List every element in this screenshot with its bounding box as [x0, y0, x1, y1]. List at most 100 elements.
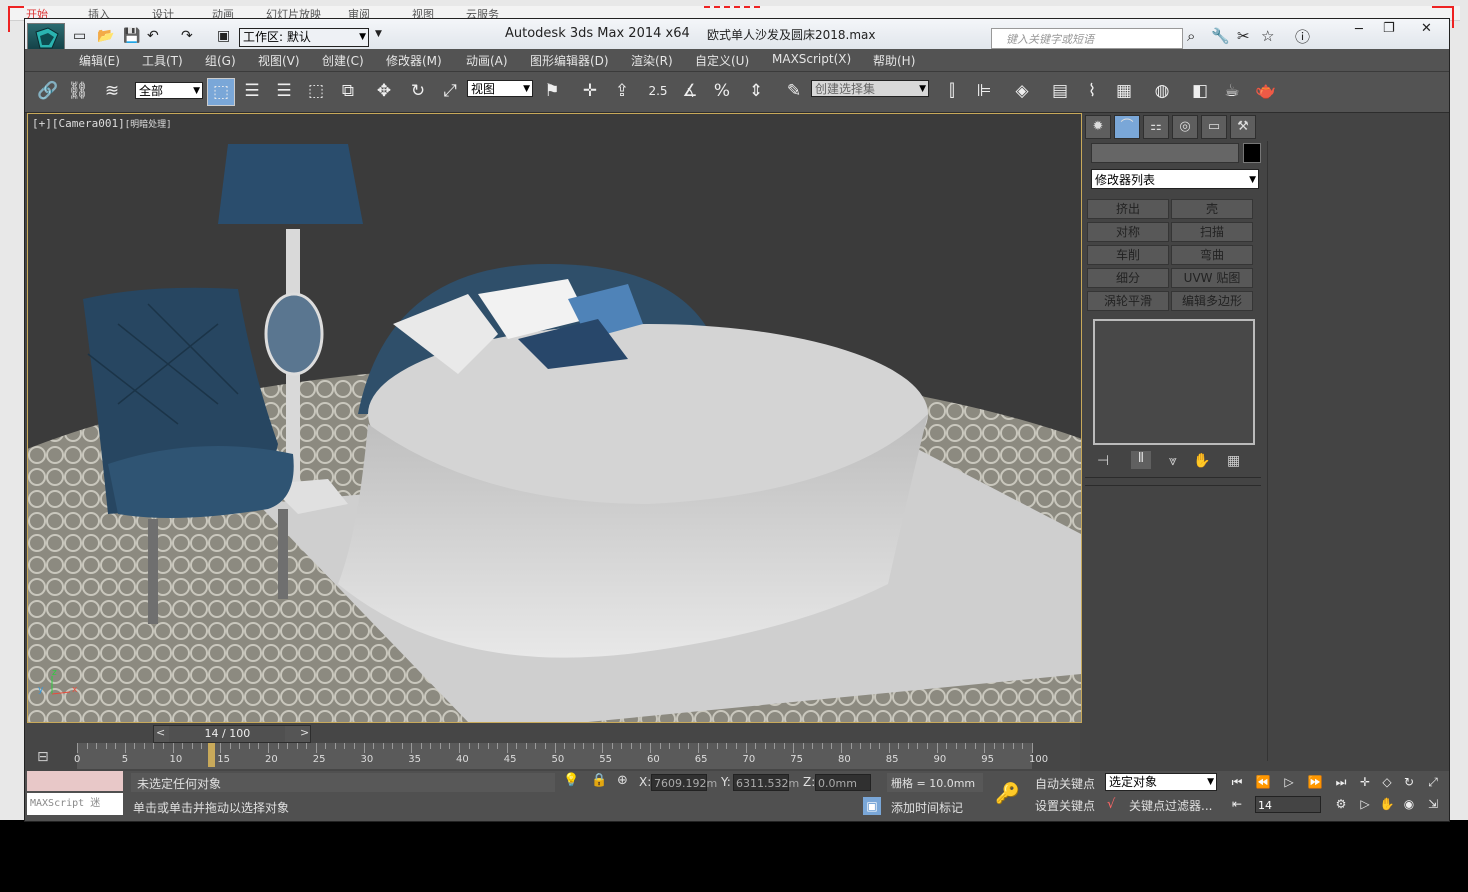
graphite-modeling-icon[interactable]: ▤	[1047, 78, 1073, 104]
set-key-button[interactable]: 设置关键点	[1035, 797, 1095, 814]
close-window-icon[interactable]: ✕	[1421, 21, 1432, 36]
menu-graph-editors[interactable]: 图形编辑器(D)	[530, 52, 609, 69]
quick-access-dropdown-icon[interactable]: ▼	[375, 29, 382, 39]
object-name-field[interactable]	[1091, 143, 1239, 163]
zoom-all-icon[interactable]: ◇	[1377, 773, 1397, 791]
modifier-sweep-button[interactable]: 扫描	[1171, 222, 1253, 242]
bind-to-space-warp-icon[interactable]: ≋	[99, 78, 125, 104]
menu-create[interactable]: 创建(C)	[322, 52, 364, 69]
schematic-view-icon[interactable]: ▦	[1111, 78, 1137, 104]
viewport-camera-label[interactable]: [Camera001]	[52, 117, 125, 130]
current-frame-field[interactable]: 14	[1255, 796, 1321, 813]
rendered-frame-window-icon[interactable]: ☕	[1219, 78, 1245, 104]
window-crossing-icon[interactable]: ⧉	[335, 78, 361, 104]
maximize-viewport-icon[interactable]: ⤢	[1423, 773, 1443, 791]
select-and-scale-icon[interactable]: ⤢	[437, 78, 463, 104]
save-file-icon[interactable]: 💾	[123, 28, 140, 44]
select-and-rotate-icon[interactable]: ↻	[405, 78, 431, 104]
object-color-swatch[interactable]	[1243, 143, 1261, 163]
current-frame-marker[interactable]	[207, 743, 215, 767]
curve-editor-icon[interactable]: ⌇	[1079, 78, 1105, 104]
layer-manager-icon[interactable]: ◈	[1009, 78, 1035, 104]
snaps-toggle-icon[interactable]: 2.5	[645, 78, 671, 104]
zoom-icon[interactable]: ✛	[1355, 773, 1375, 791]
menu-animation[interactable]: 动画(A)	[466, 52, 508, 69]
select-by-name-icon[interactable]: ☰	[239, 78, 265, 104]
spinner-snap-icon[interactable]: ⇕	[743, 78, 769, 104]
help-icon[interactable]: ⓘ	[1295, 26, 1310, 47]
angle-snap-icon[interactable]: ∡	[677, 78, 703, 104]
menu-rendering[interactable]: 渲染(R)	[631, 52, 673, 69]
reference-coordinate-dropdown[interactable]: 视图 ▼	[467, 80, 533, 97]
modify-tab-icon[interactable]: ⌒	[1114, 115, 1140, 139]
configure-modifier-sets-icon[interactable]: ▦	[1227, 453, 1240, 469]
align-icon[interactable]: ⊫	[971, 78, 997, 104]
create-tab-icon[interactable]: ✹	[1085, 115, 1111, 139]
utilities-tab-icon[interactable]: ⚒	[1230, 115, 1256, 139]
menu-help[interactable]: 帮助(H)	[873, 52, 915, 69]
modifier-symmetry-button[interactable]: 对称	[1087, 222, 1169, 242]
select-and-move-icon[interactable]: ✥	[371, 78, 397, 104]
new-file-icon[interactable]: ▭	[73, 28, 86, 44]
communication-center-icon[interactable]: ✂	[1237, 27, 1250, 45]
subscription-icon[interactable]: 🔧	[1211, 27, 1230, 45]
percent-snap-icon[interactable]: %	[709, 78, 735, 104]
set-key-icon[interactable]: 🔑	[995, 781, 1020, 805]
camera-viewport[interactable]: z x y [+][Camera001][明暗处理]	[27, 113, 1082, 723]
time-slider[interactable]: < 14 / 100 >	[153, 725, 311, 743]
unlink-selection-icon[interactable]: ⛓	[65, 78, 91, 104]
restore-window-icon[interactable]: ❐	[1383, 21, 1395, 36]
modifier-turbosmooth-button[interactable]: 涡轮平滑	[1087, 291, 1169, 311]
goto-start-icon[interactable]: ⏮	[1227, 773, 1247, 791]
pivot-center-icon[interactable]: ⚑	[539, 78, 565, 104]
menu-views[interactable]: 视图(V)	[258, 52, 300, 69]
time-configuration-icon[interactable]: ⚙	[1331, 795, 1351, 813]
show-end-result-icon[interactable]: Ⅱ	[1131, 451, 1151, 469]
menu-group[interactable]: 组(G)	[205, 52, 236, 69]
modifier-bend-button[interactable]: 弯曲	[1171, 245, 1253, 265]
mini-curve-editor-icon[interactable]: ⊟	[37, 749, 49, 765]
named-selection-dropdown[interactable]: 创建选择集 ▼	[811, 80, 929, 97]
y-coord-field[interactable]: 6311.532m	[733, 774, 799, 791]
remove-modifier-icon[interactable]: ✋	[1193, 453, 1210, 469]
next-frame-icon[interactable]: ⏩	[1305, 773, 1325, 791]
key-mode-icon[interactable]: ⇤	[1227, 795, 1247, 813]
search-input[interactable]: 键入关键字或短语	[991, 28, 1183, 49]
select-and-link-icon[interactable]: 🔗	[35, 78, 61, 104]
field-of-view-icon[interactable]: ▷	[1355, 795, 1375, 813]
orbit-camera-icon[interactable]: ◉	[1399, 795, 1419, 813]
render-production-icon[interactable]: 🫖	[1253, 78, 1279, 104]
modifier-stack-list[interactable]	[1093, 319, 1255, 445]
z-coord-field[interactable]: 0.0mm	[815, 774, 871, 791]
auto-key-button[interactable]: 自动关键点	[1035, 775, 1095, 792]
pin-stack-icon[interactable]: ⊣	[1097, 453, 1109, 469]
viewport-menu-plus[interactable]: [+]	[32, 117, 52, 130]
material-editor-icon[interactable]: ◍	[1149, 78, 1175, 104]
display-tab-icon[interactable]: ▭	[1201, 115, 1227, 139]
select-region-icon[interactable]: ☰	[271, 78, 297, 104]
make-unique-icon[interactable]: ⩔	[1169, 453, 1177, 469]
mirror-icon[interactable]: ⫿	[939, 78, 965, 104]
modifier-uvw-map-button[interactable]: UVW 贴图	[1171, 268, 1253, 288]
time-slider-thumb[interactable]: 14 / 100	[169, 726, 286, 742]
rectangular-selection-icon[interactable]: ⬚	[303, 78, 329, 104]
key-filters-button[interactable]: 关键点过滤器...	[1129, 797, 1212, 814]
absolute-mode-icon[interactable]: ⊕	[617, 773, 628, 788]
select-object-icon[interactable]: ⬚	[207, 78, 235, 106]
maxscript-listener-top[interactable]	[27, 771, 123, 791]
time-slider-next[interactable]: >	[300, 726, 309, 739]
render-setup-icon[interactable]: ◧	[1187, 78, 1213, 104]
workspace-dropdown[interactable]: 工作区: 默认 ▼	[239, 28, 369, 47]
play-icon[interactable]: ▷	[1279, 773, 1299, 791]
track-bar[interactable]: 0 5 10 15 20 25 30 35 40 45 50 55 60 65 70 75 80 85 90 95 10…	[74, 743, 1048, 769]
orbit-icon[interactable]: ↻	[1399, 773, 1419, 791]
modifier-extrude-button[interactable]: 挤出	[1087, 199, 1169, 219]
binoculars-icon[interactable]: ⌕	[1187, 27, 1195, 45]
time-tag-icon[interactable]: ▣	[863, 797, 881, 815]
modifier-edit-poly-button[interactable]: 编辑多边形	[1171, 291, 1253, 311]
min-max-toggle-icon[interactable]: ⇲	[1423, 795, 1443, 813]
selection-filter-dropdown[interactable]: 全部 ▼	[135, 82, 203, 99]
open-file-icon[interactable]: 📂	[97, 28, 114, 44]
modifier-shell-button[interactable]: 壳	[1171, 199, 1253, 219]
hierarchy-tab-icon[interactable]: ⚏	[1143, 115, 1169, 139]
